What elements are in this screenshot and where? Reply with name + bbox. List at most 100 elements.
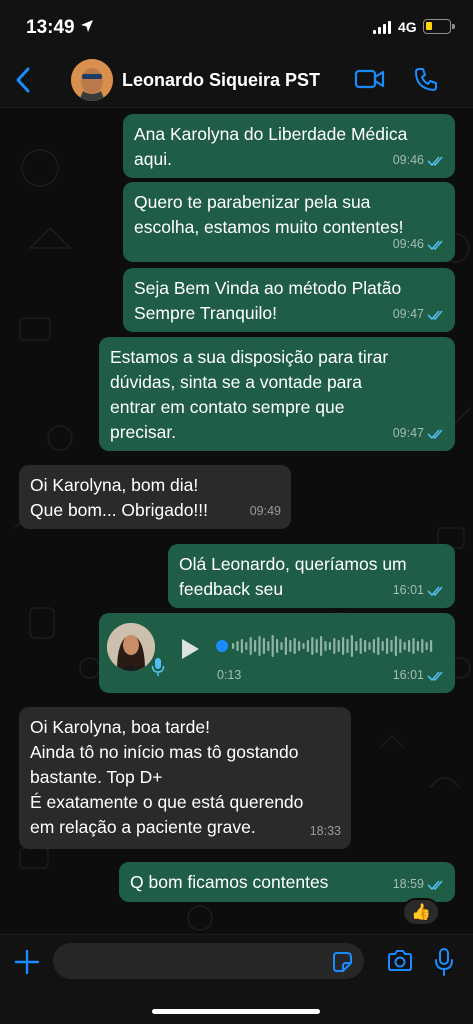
read-ticks-icon — [427, 879, 443, 890]
waveform-bar — [249, 637, 252, 655]
message-meta: 09:46 — [393, 148, 445, 173]
waveform-bar — [271, 635, 274, 657]
voice-message-bubble[interactable]: 0:13 16:01 — [99, 613, 455, 693]
voice-sender-avatar — [107, 623, 155, 671]
plus-icon[interactable] — [14, 949, 40, 975]
message-time: 18:59 — [392, 877, 424, 891]
message-time: 09:47 — [392, 307, 424, 321]
waveform-bar — [355, 641, 358, 651]
message-time: 16:01 — [392, 583, 424, 597]
thumbs-up-icon: 👍 — [411, 904, 431, 921]
message-time: 16:01 — [392, 668, 424, 682]
contact-avatar[interactable] — [71, 59, 113, 101]
message-meta: 09:46 — [393, 232, 445, 257]
waveform-bar — [258, 636, 261, 656]
message-input[interactable] — [53, 943, 364, 979]
message-input-bar — [0, 934, 473, 1024]
message-meta: 09:47 — [393, 302, 445, 327]
network-type: 4G — [398, 19, 417, 35]
waveform-bar — [333, 638, 336, 654]
read-ticks-icon — [427, 239, 443, 250]
message-bubble-outgoing[interactable]: Estamos a sua disposição para tirar dúvi… — [99, 337, 455, 451]
chat-area[interactable]: Ana Karolyna do Liberdade Médica aqui. 0… — [0, 108, 473, 934]
waveform-bar — [320, 636, 323, 656]
waveform-bar — [232, 643, 235, 649]
waveform-bar — [298, 641, 301, 651]
home-indicator — [152, 1009, 320, 1014]
waveform-bar — [416, 641, 419, 651]
waveform-bar — [372, 639, 375, 653]
waveform-bar — [240, 639, 243, 653]
waveform-bar — [390, 640, 393, 652]
message-bubble-outgoing[interactable]: Q bom ficamos contentes 18:59 — [119, 862, 455, 902]
waveform-bar — [337, 640, 340, 652]
waveform-bar — [324, 641, 327, 651]
message-time: 18:33 — [309, 824, 341, 838]
message-meta: 16:01 — [393, 578, 445, 603]
waveform-bar — [430, 640, 433, 652]
video-call-icon[interactable] — [354, 67, 386, 91]
play-icon[interactable] — [179, 637, 201, 661]
waveform-bar — [425, 642, 428, 650]
message-bubble-outgoing[interactable]: Quero te parabenizar pela sua escolha, e… — [123, 182, 455, 262]
message-bubble-incoming[interactable]: Oi Karolyna, boa tarde! Ainda tô no iníc… — [19, 707, 351, 849]
waveform-bar — [328, 642, 331, 650]
message-bubble-outgoing[interactable]: Seja Bem Vinda ao método Platão Sempre T… — [123, 268, 455, 332]
status-bar: 13:49 4G — [0, 0, 473, 52]
message-meta: 09:49 — [250, 499, 281, 524]
battery-icon — [423, 19, 455, 34]
waveform-bar — [280, 642, 283, 650]
waveform-bar — [245, 642, 248, 650]
waveform-bar — [306, 640, 309, 652]
microphone-badge-icon — [151, 658, 165, 676]
waveform-bar — [399, 639, 402, 653]
cellular-signal-icon — [373, 21, 391, 34]
waveform-bar — [293, 638, 296, 654]
voice-waveform[interactable] — [216, 631, 438, 661]
camera-icon[interactable] — [386, 949, 414, 973]
waveform-bar — [377, 637, 380, 655]
waveform-bar — [311, 637, 314, 655]
waveform-bar — [236, 641, 239, 651]
waveform-bar — [403, 642, 406, 650]
waveform-bar — [386, 638, 389, 654]
read-ticks-icon — [427, 309, 443, 320]
waveform-bar — [315, 639, 318, 653]
waveform-bar — [276, 639, 279, 653]
waveform-bar — [359, 638, 362, 654]
waveform-bar — [364, 640, 367, 652]
waveform-bar — [284, 637, 287, 655]
read-ticks-icon — [427, 155, 443, 166]
waveform-bar — [350, 635, 353, 657]
message-text: Oi Karolyna, bom dia! Que bom... Obrigad… — [30, 475, 209, 520]
message-bubble-outgoing[interactable]: Olá Leonardo, queríamos um feedback seu … — [168, 544, 455, 608]
status-time: 13:49 — [26, 17, 75, 38]
reaction-badge[interactable]: 👍 — [402, 898, 440, 926]
waveform-bar — [381, 641, 384, 651]
back-chevron-icon[interactable] — [12, 66, 36, 94]
message-time: 09:46 — [392, 237, 424, 251]
message-meta: 16:01 — [393, 663, 445, 688]
message-bubble-outgoing[interactable]: Ana Karolyna do Liberdade Médica aqui. 0… — [123, 114, 455, 178]
waveform-bar — [346, 639, 349, 653]
waveform-bar — [394, 636, 397, 656]
message-time: 09:49 — [249, 504, 281, 518]
waveform-bar — [368, 642, 371, 650]
playback-position-dot[interactable] — [216, 640, 228, 652]
phone-call-icon[interactable] — [413, 66, 439, 92]
waveform-bar — [267, 641, 270, 651]
message-meta: 18:33 — [310, 819, 341, 844]
waveform-bar — [302, 643, 305, 649]
message-bubble-incoming[interactable]: Oi Karolyna, bom dia! Que bom... Obrigad… — [19, 465, 291, 529]
message-meta: 18:59 — [393, 872, 445, 897]
microphone-icon[interactable] — [434, 947, 454, 977]
voice-duration: 0:13 — [217, 668, 242, 682]
waveform-bar — [342, 637, 345, 655]
waveform-bar — [289, 640, 292, 652]
waveform-bar — [254, 640, 257, 652]
waveform-bar — [262, 638, 265, 654]
read-ticks-icon — [427, 585, 443, 596]
sticker-icon[interactable] — [331, 951, 353, 973]
contact-name[interactable]: Leonardo Siqueira PST — [122, 70, 320, 91]
chat-header: Leonardo Siqueira PST — [0, 52, 473, 108]
